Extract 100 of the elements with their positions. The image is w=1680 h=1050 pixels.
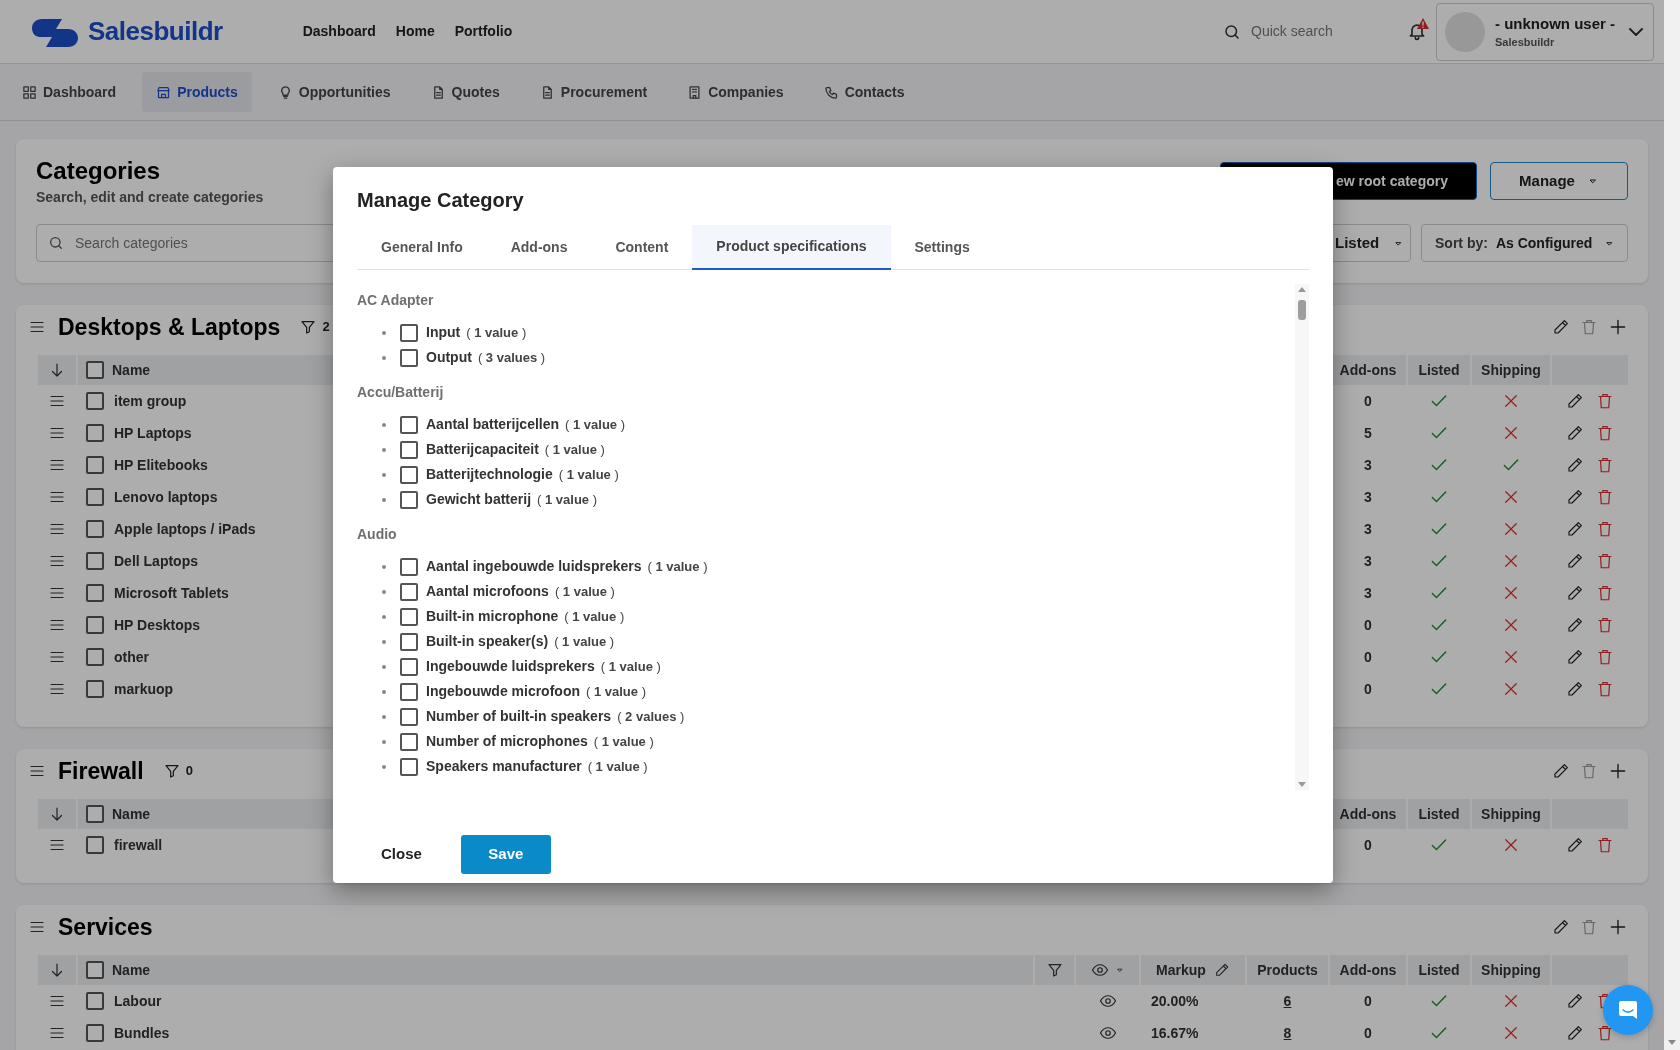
dialog-tab[interactable]: Settings [890, 225, 994, 270]
column-header: Shipping [1472, 955, 1550, 985]
spec-label: Batterijtechnologie [426, 465, 553, 484]
filter-count: 0 [185, 762, 193, 781]
value-count: ( 1 value ) [466, 323, 527, 342]
nav-link[interactable]: Home [395, 21, 435, 42]
category-name[interactable]: markuop [114, 678, 174, 700]
value-count: ( 1 value ) [593, 732, 654, 751]
add-ons-count: 3 [1364, 583, 1372, 603]
group-title: Desktops & Laptops [58, 312, 281, 342]
add-ons-count: 0 [1364, 647, 1372, 667]
close-button[interactable]: Close [357, 835, 446, 874]
add-ons-count: 3 [1364, 455, 1372, 475]
nav-tab[interactable]: Procurement [525, 72, 662, 112]
spec-label: Built-in microphone [426, 607, 559, 626]
category-name[interactable]: Bundles [114, 1022, 170, 1044]
spec-label: Input [426, 323, 461, 342]
value-count: ( 1 value ) [600, 657, 661, 676]
dialog-tab[interactable]: Add-ons [486, 225, 592, 270]
spec-label: Batterijcapaciteit [426, 440, 539, 459]
products-link[interactable]: 6 [1283, 990, 1292, 1012]
spec-group-heading: AC Adapter [357, 291, 435, 310]
column-header: Shipping [1472, 355, 1550, 385]
add-ons-count: 3 [1364, 519, 1372, 539]
value-count: ( 1 value ) [554, 582, 615, 601]
category-name[interactable]: Dell Laptops [114, 550, 198, 572]
column-header: Add-ons [1330, 355, 1406, 385]
nav-tab[interactable]: Products [142, 72, 252, 112]
category-name[interactable]: HP Laptops [114, 422, 192, 444]
category-name[interactable]: firewall [114, 834, 163, 856]
add-ons-count: 3 [1364, 487, 1372, 507]
logo-text: Salesbuildr [88, 15, 223, 48]
nav-tab[interactable]: Dashboard [8, 72, 131, 112]
save-button[interactable]: Save [460, 835, 551, 874]
nav-tab[interactable]: Opportunities [263, 72, 405, 112]
category-name[interactable]: HP Elitebooks [114, 454, 208, 476]
add-ons-count: 0 [1364, 835, 1372, 855]
column-header: Add-ons [1330, 955, 1406, 985]
add-ons-count: 0 [1364, 391, 1372, 411]
column-label: Name [112, 960, 151, 980]
category-name[interactable]: item group [114, 390, 187, 412]
sort-value: As Configured [1495, 233, 1593, 253]
value-count: ( 2 values ) [617, 707, 685, 726]
value-count: ( 1 value ) [537, 490, 598, 509]
add-ons-count: 3 [1364, 551, 1372, 571]
group-title: Services [58, 912, 153, 942]
nav-tab[interactable]: Companies [673, 72, 798, 112]
category-name[interactable]: Microsoft Tablets [114, 582, 229, 604]
spec-label: Ingebouwde luidsprekers [426, 657, 595, 676]
category-name[interactable]: Lenovo laptops [114, 486, 218, 508]
category-name[interactable]: Labour [114, 990, 162, 1012]
user-name: - unknown user - [1495, 13, 1616, 34]
dialog-tab[interactable]: Product specifications [692, 225, 891, 270]
dialog-title: Manage Category [357, 188, 525, 213]
spec-label: Ingebouwde microfoon [426, 682, 580, 701]
column-header: Products [1247, 955, 1328, 985]
add-ons-count: 0 [1364, 1023, 1372, 1043]
value-count: ( 1 value ) [544, 440, 605, 459]
filter-count: 2 [322, 318, 330, 337]
group-title: Firewall [58, 756, 144, 786]
add-ons-count: 0 [1364, 615, 1372, 635]
markup-value: 20.00% [1151, 992, 1199, 1009]
spec-label: Speakers manufacturer [426, 757, 582, 776]
spec-label: Gewicht batterij [426, 490, 532, 509]
column-header: Listed [1408, 955, 1470, 985]
sort-dropdown[interactable]: Sort by: As Configured [1421, 224, 1628, 262]
column-label: Name [112, 804, 151, 824]
sort-label: Sort by: [1435, 233, 1488, 253]
value-count: ( 1 value ) [565, 415, 626, 434]
spec-label: Aantal microfoons [426, 582, 549, 601]
value-count: ( 1 value ) [586, 682, 646, 701]
column-header: Shipping [1472, 799, 1550, 829]
spec-label: Number of microphones [426, 732, 588, 751]
dialog-tab[interactable]: Content [591, 225, 693, 270]
nav-tab[interactable]: Quotes [416, 72, 514, 112]
page-subtitle: Search, edit and create categories [36, 188, 264, 206]
category-name[interactable]: other [114, 646, 149, 668]
nav-link[interactable]: Portfolio [454, 21, 513, 42]
add-ons-count: 0 [1364, 991, 1372, 1011]
user-menu[interactable]: - unknown user - Salesbuildr [1436, 2, 1654, 61]
spec-label: Aantal batterijcellen [426, 415, 560, 434]
nav-tab[interactable]: Contacts [809, 72, 919, 112]
spec-label: Built-in speaker(s) [426, 632, 549, 651]
products-link[interactable]: 8 [1283, 1022, 1292, 1044]
add-ons-count: 5 [1364, 423, 1372, 443]
search-field[interactable]: Quick search [1251, 21, 1401, 42]
spec-group-heading: Audio [357, 525, 398, 544]
company-name: Salesbuildr [1495, 34, 1556, 50]
manage-button[interactable]: Manage [1490, 162, 1628, 200]
value-count: ( 1 value ) [564, 607, 625, 626]
column-label: Name [112, 360, 151, 380]
value-count: ( 1 value ) [647, 557, 708, 576]
value-count: ( 3 values ) [477, 348, 546, 367]
value-count: ( 1 value ) [558, 465, 619, 484]
category-name[interactable]: HP Desktops [114, 614, 201, 636]
spec-label: Aantal ingebouwde luidsprekers [426, 557, 642, 576]
column-header: Listed [1408, 799, 1470, 829]
nav-link[interactable]: Dashboard [302, 21, 376, 42]
spec-group-heading: Accu/Batterij [357, 383, 445, 402]
category-name[interactable]: Apple laptops / iPads [114, 518, 256, 540]
